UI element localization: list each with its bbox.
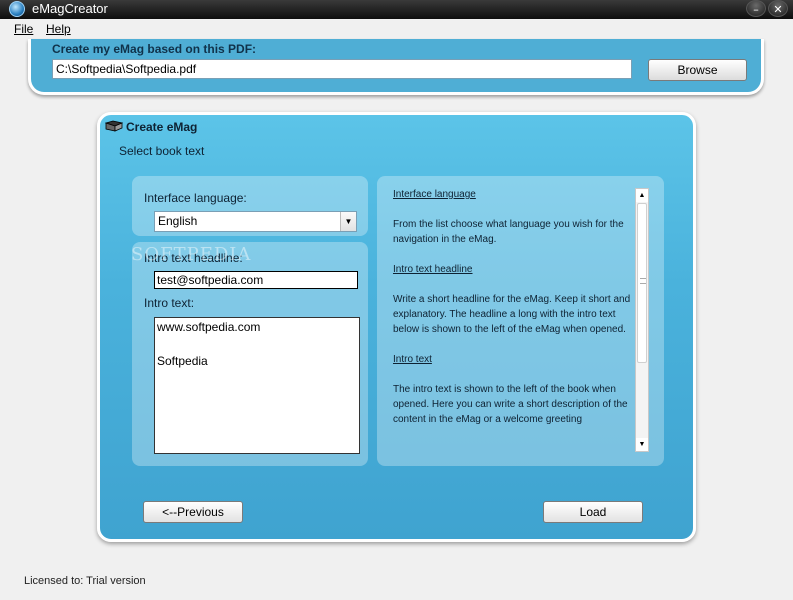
grip-icon bbox=[640, 278, 646, 284]
scroll-up-icon[interactable]: ▲ bbox=[636, 189, 648, 202]
close-button[interactable]: ✕ bbox=[768, 0, 788, 17]
license-status: Licensed to: Trial version bbox=[24, 575, 146, 587]
interface-language-label: Interface language: bbox=[144, 191, 247, 205]
help-paragraph: The intro text is shown to the left of t… bbox=[393, 384, 628, 425]
scroll-down-icon[interactable]: ▼ bbox=[636, 438, 648, 451]
help-paragraph: From the list choose what language you w… bbox=[393, 219, 624, 245]
intro-text-area[interactable]: www.softpedia.com Softpedia bbox=[154, 317, 360, 454]
interface-language-value: English bbox=[158, 214, 198, 228]
help-heading[interactable]: Intro text bbox=[393, 352, 636, 367]
help-scrollbar[interactable]: ▲ ▼ bbox=[635, 188, 649, 452]
load-button[interactable]: Load bbox=[543, 501, 643, 523]
minimize-button[interactable]: – bbox=[746, 0, 766, 17]
menu-file[interactable]: File bbox=[14, 22, 33, 36]
help-heading[interactable]: Interface language bbox=[393, 187, 636, 202]
interface-language-select[interactable]: English ▼ bbox=[154, 211, 357, 232]
app-icon bbox=[9, 1, 25, 17]
intro-headline-input[interactable]: test@softpedia.com bbox=[154, 271, 358, 289]
menu-help[interactable]: Help bbox=[46, 22, 71, 36]
help-heading[interactable]: Intro text headline bbox=[393, 262, 636, 277]
pdf-label: Create my eMag based on this PDF: bbox=[52, 42, 257, 56]
create-emag-title: Create eMag bbox=[126, 120, 198, 134]
window-title: eMagCreator bbox=[32, 1, 108, 16]
menu-bar: File Help bbox=[0, 19, 793, 39]
previous-button[interactable]: <--Previous bbox=[143, 501, 243, 523]
help-text: Interface language From the list choose … bbox=[393, 187, 636, 459]
title-bar: eMagCreator – ✕ bbox=[0, 0, 793, 19]
help-paragraph: Write a short headline for the eMag. Kee… bbox=[393, 294, 631, 335]
pdf-panel: Create my eMag based on this PDF: C:\Sof… bbox=[28, 39, 764, 95]
book-icon bbox=[105, 120, 123, 132]
watermark: SOFTPEDIA bbox=[131, 244, 252, 265]
step-subtitle: Select book text bbox=[119, 144, 205, 158]
intro-text-line bbox=[157, 337, 357, 354]
scroll-thumb[interactable] bbox=[637, 203, 647, 363]
create-emag-panel: Create eMag Select book text Interface l… bbox=[97, 112, 696, 542]
browse-button[interactable]: Browse bbox=[648, 59, 747, 81]
intro-text-label: Intro text: bbox=[144, 296, 195, 310]
intro-text-line: Softpedia bbox=[157, 354, 208, 368]
intro-text-line: www.softpedia.com bbox=[157, 320, 261, 334]
chevron-down-icon[interactable]: ▼ bbox=[340, 212, 356, 231]
pdf-path-input[interactable]: C:\Softpedia\Softpedia.pdf bbox=[52, 59, 632, 79]
